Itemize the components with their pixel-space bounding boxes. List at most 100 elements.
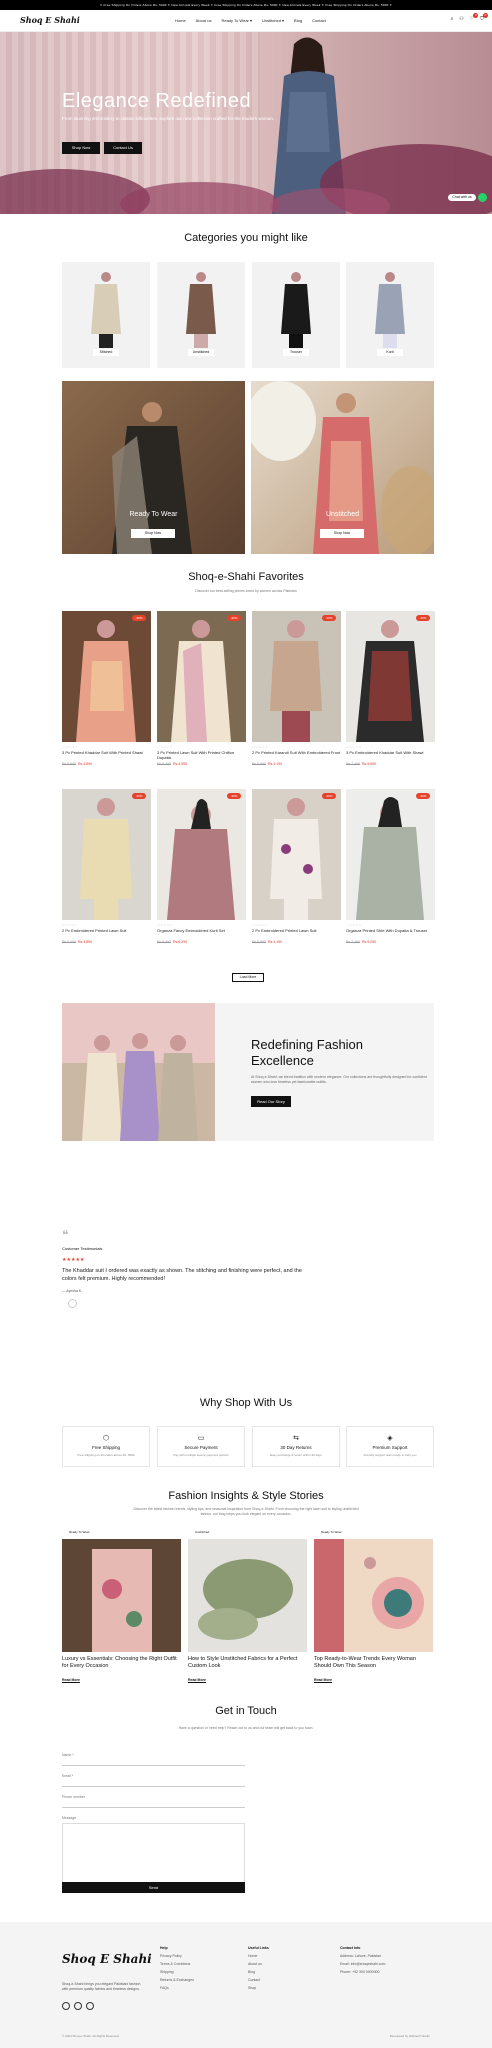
read-more-link[interactable]: Read More [62, 1678, 80, 1682]
footer-email[interactable]: Email: info@shoqeshahi.com [340, 1960, 385, 1968]
category-card-unstitched[interactable]: Unstitched [157, 262, 245, 368]
product-price: Rs.8,990 Rs.6,290 [157, 940, 188, 944]
user-icon[interactable]: ⚇ [459, 16, 463, 22]
category-card-trouser[interactable]: Trouser [252, 262, 340, 368]
category-image [91, 272, 121, 348]
rating-stars: ☆☆☆☆☆ [62, 745, 78, 749]
facebook-icon[interactable] [62, 2002, 70, 2010]
chat-button[interactable]: Chat with us [448, 194, 476, 201]
hero-title: Elegance Redefined [62, 90, 252, 112]
blog-post-title[interactable]: Top Ready-to-Wear Trends Every Woman Sho… [314, 1656, 433, 1670]
footer-link[interactable]: Contact [248, 1976, 269, 1984]
collection-shop-button[interactable]: Shop Now [320, 529, 364, 538]
product-name[interactable]: 3 Pc Embroidered Khaddar Suit With Shawl [346, 750, 435, 755]
blog-post-title[interactable]: Luxury vs Essentials: Choosing the Right… [62, 1656, 181, 1670]
favorites-subtitle: Discover our best-selling pieces loved b… [195, 589, 297, 593]
search-icon[interactable]: ⌕ [450, 16, 453, 22]
product-card[interactable]: -30% ☆☆☆☆☆ Organza Fancy Embroidered Kur… [157, 789, 246, 949]
product-card[interactable]: -30% ☆☆☆☆☆ 2 Pc Embroidered Printed Lawn… [252, 789, 341, 949]
product-card[interactable]: -30% ☆☆☆☆☆ 2 Pc Embroidered Printed Lawn… [62, 789, 151, 949]
blog-post-title[interactable]: How to Style Unstitched Fabrics for a Pe… [188, 1656, 307, 1670]
nav-unstitched[interactable]: Unstitched ▾ [262, 18, 284, 23]
instagram-icon[interactable] [74, 2002, 82, 2010]
hero-shop-button[interactable]: Shop Now [62, 142, 100, 154]
product-card[interactable]: -30% ☆☆☆☆☆ 3 Pc Embroidered Khaddar Suit… [346, 611, 435, 771]
rating-stars: ☆☆☆☆☆ [346, 745, 362, 749]
collection-ready-to-wear[interactable]: Ready To Wear Shop Now [62, 381, 245, 554]
promo-text: At Shoq-e-Shahi, we blend tradition with… [251, 1075, 427, 1084]
collection-shop-button[interactable]: Shop Now [131, 529, 175, 538]
sale-badge: -30% [227, 793, 241, 799]
blog-image [62, 1539, 181, 1652]
rating-stars: ☆☆☆☆☆ [252, 923, 268, 927]
footer-link[interactable]: Shipping [160, 1968, 194, 1976]
footer-link[interactable]: Privacy Policy [160, 1952, 194, 1960]
nav-about[interactable]: About us [196, 18, 212, 23]
avatar [68, 1299, 77, 1308]
message-label: Message [62, 1816, 77, 1820]
categories-title: Categories you might like [184, 232, 308, 244]
tiktok-icon[interactable] [86, 2002, 94, 2010]
product-name[interactable]: 3 Pc Printed Khaddar Suit With Printed S… [62, 750, 151, 755]
nav-blog[interactable]: Blog [294, 18, 302, 23]
return-icon: ⇆ [293, 1435, 299, 1442]
nav-home[interactable]: Home [175, 18, 186, 23]
read-more-link[interactable]: Read More [188, 1678, 206, 1682]
product-image [252, 611, 341, 742]
product-image [346, 611, 435, 742]
send-button[interactable]: Send [62, 1882, 245, 1893]
footer-phone[interactable]: Phone: +92 300 0000000 [340, 1968, 385, 1976]
email-field[interactable] [62, 1785, 245, 1787]
product-card[interactable]: -30% ☆☆☆☆☆ 3 Pc Printed Khaddar Suit Wit… [62, 611, 151, 771]
product-card[interactable]: -30% ☆☆☆☆☆ 3 Pc Printed Lawn Suit With P… [157, 611, 246, 771]
phone-label: Phone number [62, 1795, 85, 1799]
collection-unstitched[interactable]: Unstitched Shop Now [251, 381, 434, 554]
product-name[interactable]: 2 Pc Embroidered Printed Lawn Suit [62, 928, 151, 933]
whatsapp-icon[interactable] [478, 193, 487, 202]
load-more-button[interactable]: Load More [232, 973, 264, 982]
why-card-shipping: ⬡ Free Shipping Free shipping on all order… [62, 1426, 150, 1467]
category-card-kurti[interactable]: Kurti [346, 262, 434, 368]
message-field[interactable] [62, 1823, 245, 1883]
promo-button[interactable]: Read Our Story [251, 1096, 291, 1107]
product-name[interactable]: 3 Pc Printed Lawn Suit With Printed Chif… [157, 750, 246, 760]
product-name[interactable]: 2 Pc Printed Karandi Suit With Embroider… [252, 750, 341, 755]
product-name[interactable]: 2 Pc Embroidered Printed Lawn Suit [252, 928, 341, 933]
footer-link[interactable]: Returns & Exchanges [160, 1976, 194, 1984]
product-card[interactable]: -30% ☆☆☆☆☆ 2 Pc Printed Karandi Suit Wit… [252, 611, 341, 771]
footer-logo[interactable]: Shoq E Shahi [62, 1952, 152, 1966]
announcement-ticker: ✦ Free Shipping On Orders Above Rs. 5000… [0, 0, 492, 10]
footer-link[interactable]: About us [248, 1960, 269, 1968]
blog-image [188, 1539, 307, 1652]
name-field[interactable] [62, 1764, 245, 1766]
phone-field[interactable] [62, 1806, 245, 1808]
blog-subtitle: Discover the latest fashion trends, styl… [133, 1507, 359, 1516]
nav-ready-to-wear[interactable]: Ready To Wear ▾ [221, 18, 252, 23]
sale-badge: -30% [227, 615, 241, 621]
footer-link[interactable]: Blog [248, 1968, 269, 1976]
wishlist-icon[interactable]: ♡ 0 [470, 13, 479, 22]
product-card[interactable]: -30% ☆☆☆☆☆ Organza Printed Shirt With Du… [346, 789, 435, 949]
wishlist-count: 0 [473, 13, 479, 18]
promo-image [62, 1003, 215, 1141]
category-card-stitched[interactable]: Stitched [62, 262, 150, 368]
product-price: Rs.7,490 Rs.5,250 [346, 940, 377, 944]
product-name[interactable]: Organza Printed Shirt With Dupatta & Tro… [346, 928, 435, 933]
testimonial-block: ❝ Customer Testimonials ★★★★★ The Khadda… [62, 1228, 302, 1308]
why-card-support: ◈ Premium Support Friendly support team re… [346, 1426, 434, 1467]
collection-label: Ready To Wear [129, 511, 178, 518]
hero-contact-button[interactable]: Contact Us [104, 142, 142, 154]
blog-image [314, 1539, 433, 1652]
read-more-link[interactable]: Read More [314, 1678, 332, 1682]
nav-contact[interactable]: Contact [312, 18, 326, 23]
footer-link[interactable]: Shop [248, 1984, 269, 1992]
developer-credit[interactable]: Developed by Webtech Studio [390, 2034, 430, 2038]
footer-link[interactable]: Terms & Conditions [160, 1960, 194, 1968]
footer-link[interactable]: FAQs [160, 1984, 194, 1992]
product-name[interactable]: Organza Fancy Embroidered Kurti Set [157, 928, 246, 933]
cart-icon[interactable]: ⛉ 0 [480, 13, 488, 22]
footer-link[interactable]: Home [248, 1952, 269, 1960]
why-title: Why Shop With Us [199, 1397, 293, 1409]
footer-address: Address: Lahore, Pakistan [340, 1954, 382, 1958]
brand-logo[interactable]: Shoq E Shahi [20, 15, 80, 25]
